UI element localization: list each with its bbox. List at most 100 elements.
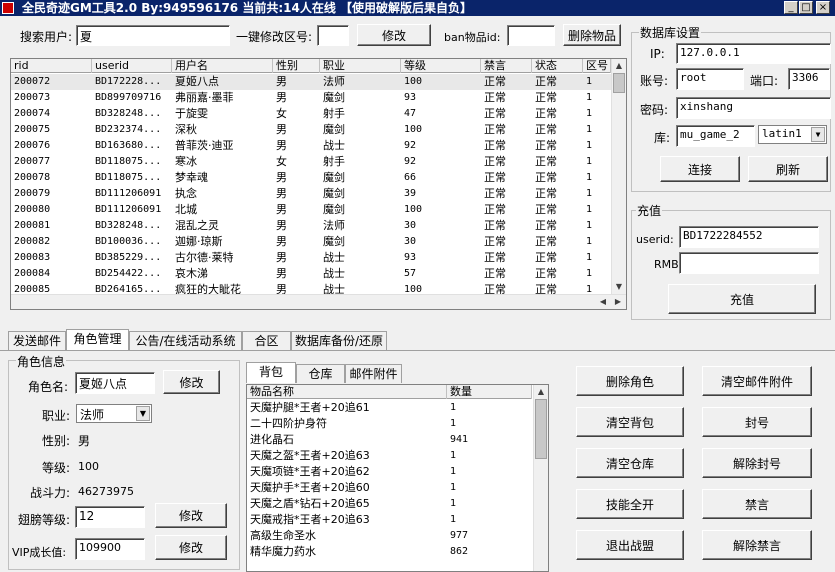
- ip-input[interactable]: 127.0.0.1: [676, 43, 831, 64]
- users-scroll-thumb[interactable]: [613, 73, 625, 93]
- users-table[interactable]: rid userid 用户名 性别 职业 等级 禁言 状态 区号 200072 BD172228.…: [10, 58, 627, 310]
- list-item[interactable]: 天魔护腿*王者+20追61 1: [247, 400, 532, 416]
- table-cell: 正常: [535, 171, 557, 184]
- db-name-input[interactable]: mu_game_2: [676, 125, 755, 147]
- table-row[interactable]: 200075 BD232374... 深秋 男 魔剑 100 正常 正常 1: [11, 122, 611, 138]
- vip-input[interactable]: 109900: [75, 538, 145, 560]
- account-input[interactable]: root: [676, 68, 744, 90]
- table-cell: 执念: [175, 187, 197, 200]
- inventory-vscroll[interactable]: ▲: [533, 385, 548, 571]
- tab-main-0[interactable]: 发送邮件: [8, 331, 66, 350]
- recharge-button[interactable]: 充值: [668, 284, 816, 314]
- table-row[interactable]: 200076 BD163680... 普菲茨·迪亚 男 战士 92 正常 正常 1: [11, 138, 611, 154]
- unmute-button[interactable]: 解除禁言: [702, 530, 812, 560]
- users-col-5[interactable]: 等级: [401, 59, 481, 73]
- role-name-input[interactable]: 夏姬八点: [75, 372, 155, 394]
- delete-role-button[interactable]: 删除角色: [576, 366, 684, 396]
- clear-mail-attachments-button[interactable]: 清空邮件附件: [702, 366, 812, 396]
- mute-button[interactable]: 禁言: [702, 489, 812, 519]
- table-row[interactable]: 200084 BD254422... 哀木涕 男 战士 57 正常 正常 1: [11, 266, 611, 282]
- table-row[interactable]: 200073 BD899709716 弗丽嘉·墨菲 男 魔剑 93 正常 正常 1: [11, 90, 611, 106]
- list-item[interactable]: 高级生命圣水 977: [247, 528, 532, 544]
- wing-level-modify-button[interactable]: 修改: [155, 503, 227, 528]
- tab-inventory-0[interactable]: 背包: [246, 362, 296, 383]
- users-col-6[interactable]: 禁言: [481, 59, 532, 73]
- users-col-1[interactable]: userid: [92, 59, 172, 73]
- chevron-down-icon[interactable]: ▼: [136, 406, 150, 421]
- list-item[interactable]: 进化晶石 941: [247, 432, 532, 448]
- table-row[interactable]: 200079 BD111206091 执念 男 魔剑 39 正常 正常 1: [11, 186, 611, 202]
- table-cell: 梦幸魂: [175, 171, 208, 184]
- table-cell: 正常: [484, 187, 506, 200]
- users-col-7[interactable]: 状态: [532, 59, 583, 73]
- table-row[interactable]: 200077 BD118075... 寒冰 女 射手 92 正常 正常 1: [11, 154, 611, 170]
- scroll-right-icon[interactable]: ▶: [611, 295, 625, 309]
- list-item[interactable]: 天魔项链*王者+20追62 1: [247, 464, 532, 480]
- vip-modify-button[interactable]: 修改: [155, 535, 227, 560]
- tab-inventory-1[interactable]: 仓库: [296, 364, 345, 383]
- power-label: 战斗力:: [30, 486, 71, 500]
- unban-account-button[interactable]: 解除封号: [702, 448, 812, 478]
- tab-main-2[interactable]: 公告/在线活动系统: [129, 331, 242, 350]
- table-row[interactable]: 200080 BD111206091 北城 男 魔剑 100 正常 正常 1: [11, 202, 611, 218]
- list-item[interactable]: 精华魔力药水 862: [247, 544, 532, 560]
- tab-main-4[interactable]: 数据库备份/还原: [291, 331, 387, 350]
- table-cell: 92: [404, 140, 417, 151]
- tab-main-3[interactable]: 合区: [242, 331, 291, 350]
- zone-modify-button[interactable]: 修改: [357, 24, 431, 46]
- recharge-userid-input[interactable]: BD1722284552: [679, 226, 819, 248]
- users-col-8[interactable]: 区号: [583, 59, 611, 73]
- users-col-3[interactable]: 性别: [273, 59, 320, 73]
- list-item[interactable]: 天魔护手*王者+20追60 1: [247, 480, 532, 496]
- delete-item-button[interactable]: 删除物品: [563, 24, 621, 46]
- unlock-all-skills-button[interactable]: 技能全开: [576, 489, 684, 519]
- table-cell: 正常: [535, 107, 557, 120]
- users-col-4[interactable]: 职业: [320, 59, 401, 73]
- table-cell: BD111206091: [95, 188, 162, 199]
- scroll-down-icon[interactable]: ▼: [612, 280, 626, 294]
- clear-bag-button[interactable]: 清空背包: [576, 407, 684, 437]
- quit-guild-button[interactable]: 退出战盟: [576, 530, 684, 560]
- refresh-button[interactable]: 刷新: [748, 156, 828, 182]
- port-input[interactable]: 3306: [788, 68, 830, 90]
- inventory-table[interactable]: 物品名称 数量 天魔护腿*王者+20追61 1 二十四阶护身符 1 进化晶石 941 天魔之…: [246, 384, 549, 572]
- table-row[interactable]: 200082 BD100036... 迦娜·琼斯 男 魔剑 30 正常 正常 1: [11, 234, 611, 250]
- ban-account-button[interactable]: 封号: [702, 407, 812, 437]
- list-item[interactable]: 天魔之盔*王者+20追63 1: [247, 448, 532, 464]
- table-cell: 正常: [535, 75, 557, 88]
- zone-input[interactable]: [317, 25, 349, 46]
- minimize-button[interactable]: _: [784, 1, 798, 14]
- list-item[interactable]: 二十四阶护身符 1: [247, 416, 532, 432]
- rmb-input[interactable]: [679, 252, 819, 274]
- tab-main-1[interactable]: 角色管理: [66, 329, 129, 350]
- charset-select[interactable]: latin1 ▼: [758, 125, 827, 144]
- maximize-button[interactable]: □: [799, 1, 813, 14]
- scroll-left-icon[interactable]: ◀: [596, 295, 610, 309]
- users-col-2[interactable]: 用户名: [172, 59, 273, 73]
- table-row[interactable]: 200081 BD328248... 混乱之灵 男 法师 30 正常 正常 1: [11, 218, 611, 234]
- connect-button[interactable]: 连接: [660, 156, 740, 182]
- users-hscroll[interactable]: ◀ ▶: [11, 294, 626, 309]
- table-row[interactable]: 200078 BD118075... 梦幸魂 男 魔剑 66 正常 正常 1: [11, 170, 611, 186]
- tab-inventory-2[interactable]: 邮件附件: [345, 364, 402, 383]
- users-col-0[interactable]: rid: [11, 59, 92, 73]
- close-button[interactable]: ×: [816, 1, 830, 14]
- scroll-up-icon[interactable]: ▲: [612, 59, 626, 73]
- job-select[interactable]: 法师 ▼: [76, 404, 152, 423]
- search-user-input[interactable]: 夏: [76, 25, 230, 46]
- role-name-modify-button[interactable]: 修改: [163, 370, 220, 394]
- scroll-up-icon[interactable]: ▲: [534, 385, 548, 399]
- list-item[interactable]: 天魔戒指*王者+20追63 1: [247, 512, 532, 528]
- table-row[interactable]: 200074 BD328248... 于旋雯 女 射手 47 正常 正常 1: [11, 106, 611, 122]
- ban-item-input[interactable]: [507, 25, 555, 46]
- list-item[interactable]: 天魔之盾*钻石+20追65 1: [247, 496, 532, 512]
- password-input[interactable]: xinshang: [676, 97, 831, 119]
- inventory-header: 物品名称 数量: [247, 385, 532, 399]
- users-vscroll[interactable]: ▲ ▼: [611, 59, 626, 294]
- chevron-down-icon[interactable]: ▼: [811, 127, 825, 142]
- table-row[interactable]: 200083 BD385229... 古尔德·莱特 男 战士 93 正常 正常 1: [11, 250, 611, 266]
- wing-level-input[interactable]: 12: [75, 506, 145, 528]
- table-row[interactable]: 200072 BD172228... 夏姬八点 男 法师 100 正常 正常 1: [11, 74, 611, 90]
- clear-storage-button[interactable]: 清空仓库: [576, 448, 684, 478]
- inventory-scroll-thumb[interactable]: [535, 399, 547, 459]
